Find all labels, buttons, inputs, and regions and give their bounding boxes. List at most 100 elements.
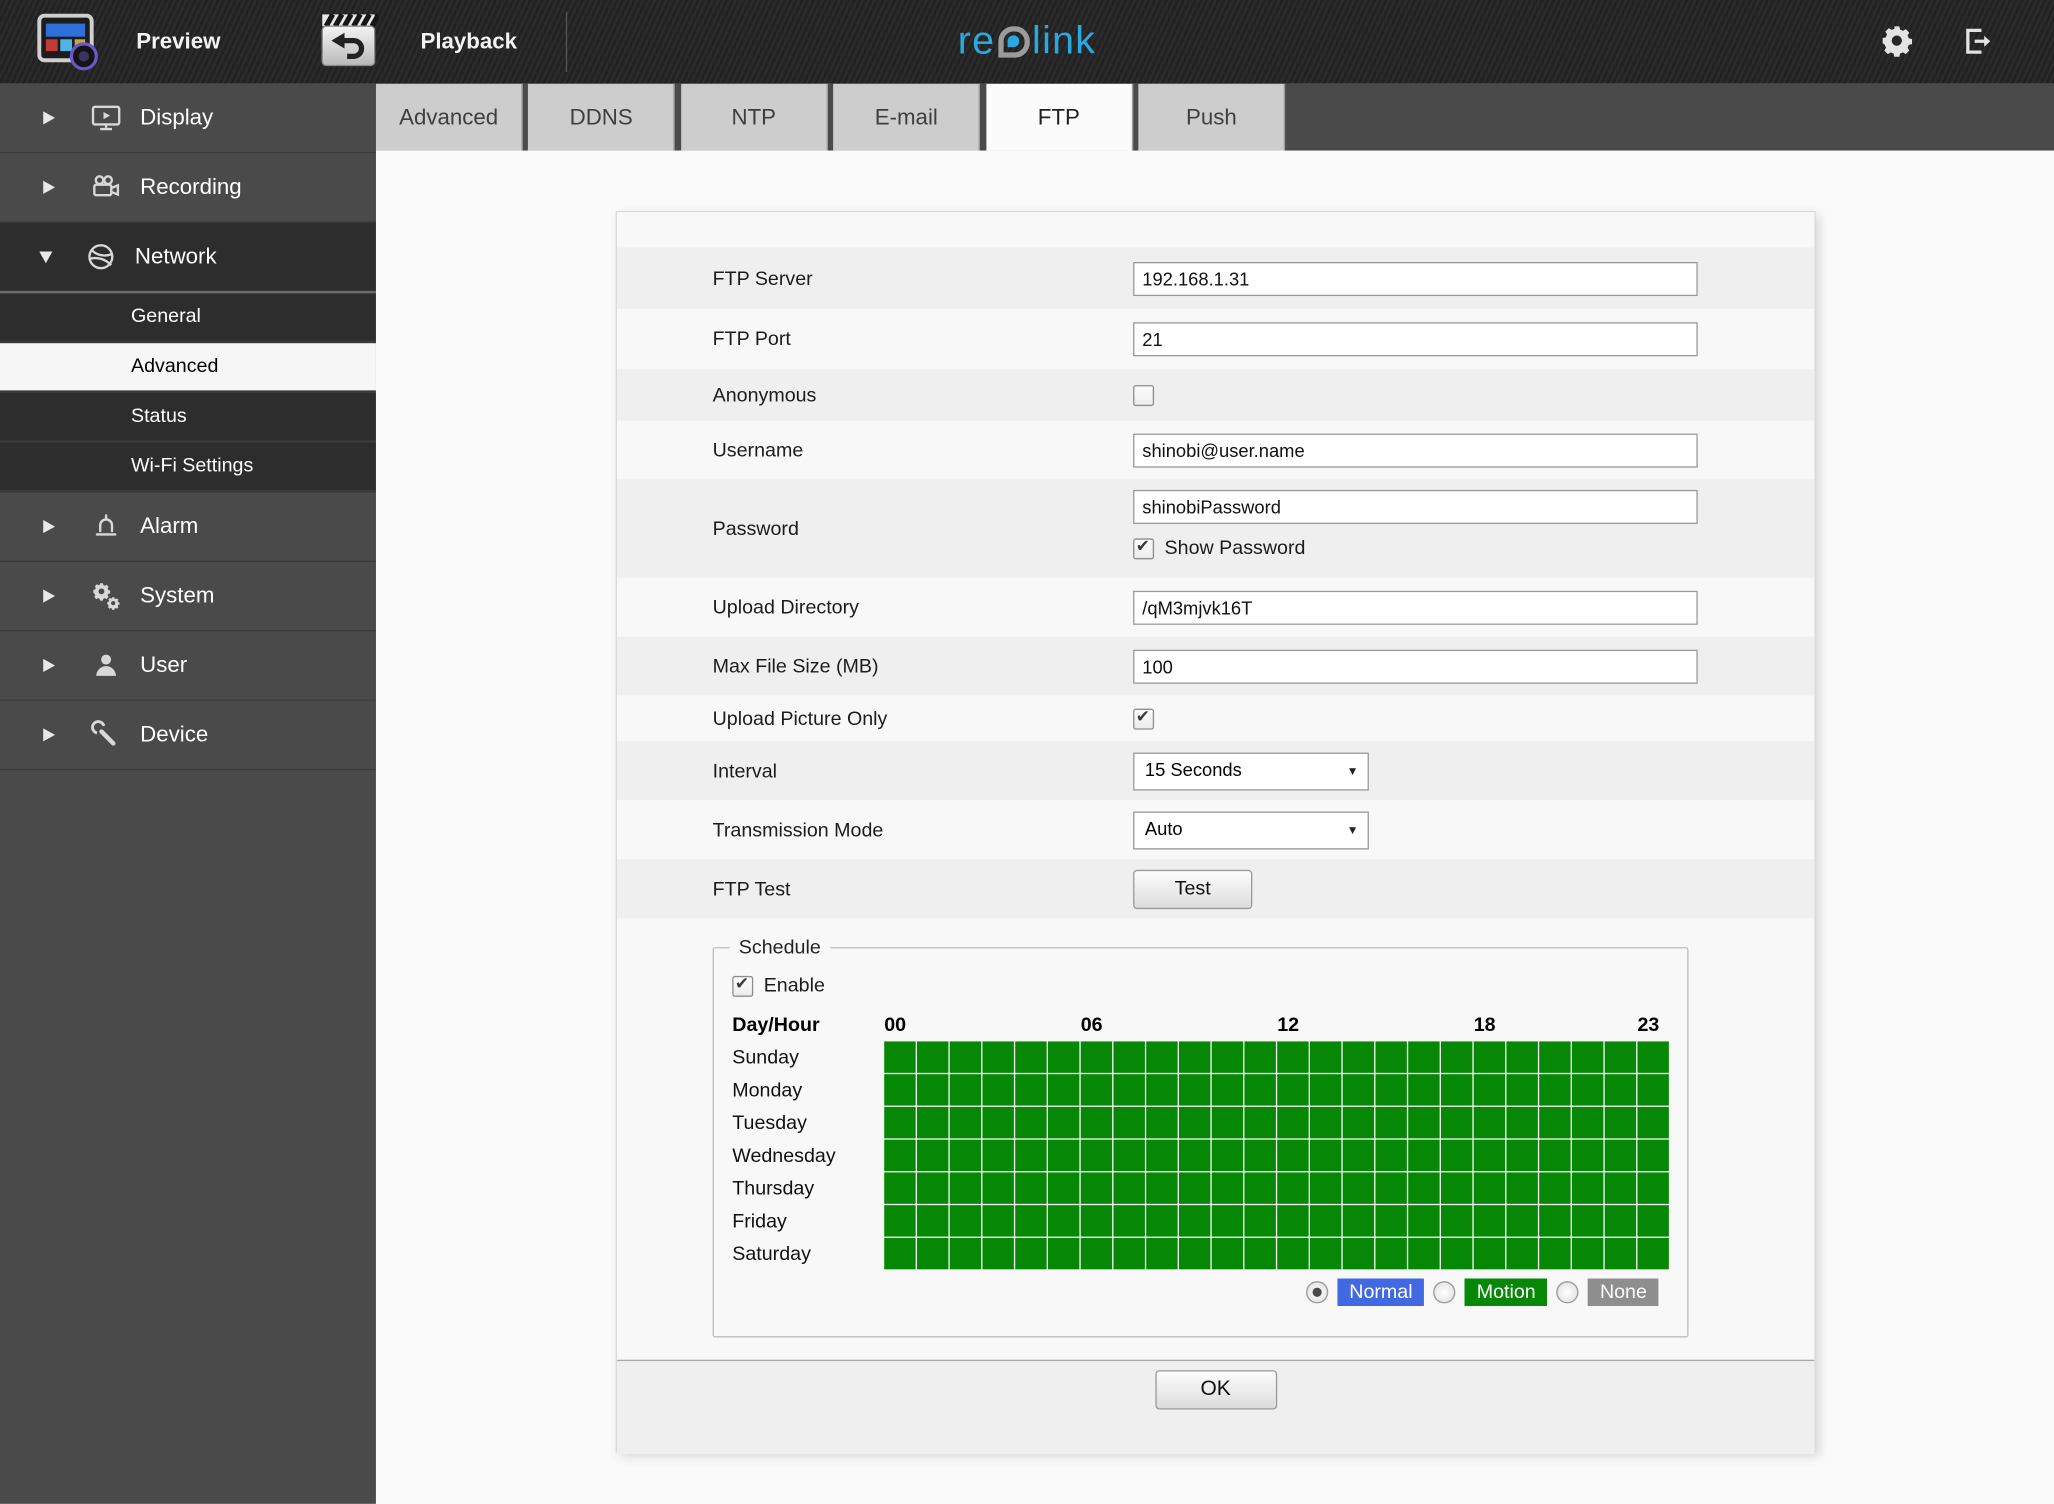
schedule-cell[interactable] [1440,1106,1473,1139]
schedule-cell[interactable] [1015,1041,1047,1073]
schedule-cell[interactable] [1440,1237,1473,1270]
schedule-cell[interactable] [982,1172,1014,1204]
schedule-cell[interactable] [1408,1139,1440,1172]
schedule-cell[interactable] [1473,1205,1506,1237]
schedule-cell[interactable] [1637,1106,1669,1139]
schedule-cell[interactable] [916,1074,949,1106]
schedule-cell[interactable] [1277,1205,1309,1237]
schedule-cell[interactable] [1277,1172,1309,1204]
schedule-cell[interactable] [949,1074,982,1106]
schedule-cell[interactable] [1113,1205,1145,1237]
schedule-cell[interactable] [1408,1237,1440,1270]
schedule-cell[interactable] [1571,1172,1604,1204]
schedule-cell[interactable] [1146,1205,1178,1237]
schedule-cell[interactable] [1473,1041,1506,1073]
schedule-cell[interactable] [1440,1139,1473,1172]
schedule-cell[interactable] [1637,1139,1669,1172]
schedule-cell[interactable] [1277,1237,1309,1270]
schedule-cell[interactable] [1375,1074,1407,1106]
preview-nav[interactable]: Preview [37,0,220,84]
schedule-cell[interactable] [1309,1172,1342,1204]
schedule-cell[interactable] [1604,1106,1637,1139]
schedule-cell[interactable] [1375,1041,1407,1073]
schedule-cell[interactable] [982,1237,1014,1270]
schedule-cell[interactable] [1539,1172,1571,1204]
schedule-cell[interactable] [1571,1041,1604,1073]
show-password-checkbox[interactable] [1133,535,1155,559]
sidebar-item-advanced[interactable]: Advanced [0,343,376,393]
upload-picture-only-checkbox[interactable] [1133,705,1155,729]
interval-select[interactable]: 15 Seconds ▼ [1133,751,1369,790]
ok-button[interactable]: OK [1154,1370,1277,1410]
schedule-cell[interactable] [1015,1172,1047,1204]
schedule-cell[interactable] [1178,1106,1211,1139]
schedule-cell[interactable] [1539,1041,1571,1073]
schedule-cell[interactable] [1047,1041,1080,1073]
schedule-cell[interactable] [1277,1074,1309,1106]
schedule-cell[interactable] [949,1172,982,1204]
schedule-cell[interactable] [1539,1106,1571,1139]
motion-radio[interactable] [1433,1281,1456,1304]
schedule-cell[interactable] [1408,1041,1440,1073]
schedule-cell[interactable] [1015,1139,1047,1172]
ftp-port-input[interactable] [1133,322,1698,357]
schedule-cell[interactable] [1047,1172,1080,1204]
schedule-cell[interactable] [1178,1237,1211,1270]
schedule-cell[interactable] [1309,1106,1342,1139]
schedule-cell[interactable] [949,1237,982,1270]
schedule-cell[interactable] [884,1106,916,1139]
schedule-cell[interactable] [1146,1172,1178,1204]
schedule-cell[interactable] [1211,1172,1244,1204]
schedule-cell[interactable] [949,1205,982,1237]
schedule-cell[interactable] [1309,1139,1342,1172]
schedule-cell[interactable] [1015,1074,1047,1106]
schedule-cell[interactable] [1408,1172,1440,1204]
schedule-cell[interactable] [1080,1106,1113,1139]
schedule-cell[interactable] [1604,1139,1637,1172]
schedule-cell[interactable] [1146,1106,1178,1139]
schedule-cell[interactable] [1080,1074,1113,1106]
none-radio[interactable] [1556,1281,1579,1304]
schedule-cell[interactable] [884,1041,916,1073]
schedule-cell[interactable] [1571,1106,1604,1139]
schedule-cell[interactable] [1080,1205,1113,1237]
schedule-cell[interactable] [1211,1041,1244,1073]
schedule-cell[interactable] [1015,1106,1047,1139]
schedule-cell[interactable] [1604,1172,1637,1204]
schedule-cell[interactable] [982,1139,1014,1172]
schedule-cell[interactable] [1604,1237,1637,1270]
schedule-cell[interactable] [949,1139,982,1172]
schedule-cell[interactable] [1113,1139,1145,1172]
schedule-cell[interactable] [1375,1106,1407,1139]
username-input[interactable] [1133,432,1698,467]
tab-ddns[interactable]: DDNS [528,83,676,151]
schedule-cell[interactable] [1440,1172,1473,1204]
schedule-cell[interactable] [1506,1237,1538,1270]
schedule-cell[interactable] [1473,1237,1506,1270]
schedule-cell[interactable] [1473,1172,1506,1204]
schedule-cell[interactable] [1047,1106,1080,1139]
schedule-cell[interactable] [1047,1205,1080,1237]
schedule-cell[interactable] [1244,1074,1276,1106]
schedule-cell[interactable] [1637,1041,1669,1073]
schedule-cell[interactable] [1375,1237,1407,1270]
schedule-cell[interactable] [1342,1205,1375,1237]
schedule-cell[interactable] [982,1205,1014,1237]
schedule-cell[interactable] [1113,1041,1145,1073]
schedule-cell[interactable] [916,1106,949,1139]
settings-gear-icon[interactable] [1880,24,1914,58]
schedule-cell[interactable] [982,1041,1014,1073]
schedule-cell[interactable] [1473,1139,1506,1172]
schedule-cell[interactable] [1047,1139,1080,1172]
schedule-cell[interactable] [1375,1205,1407,1237]
schedule-cell[interactable] [1080,1139,1113,1172]
schedule-cell[interactable] [916,1139,949,1172]
schedule-cell[interactable] [1539,1237,1571,1270]
ftp-server-input[interactable] [1133,261,1698,296]
tab-ntp[interactable]: NTP [681,83,828,151]
schedule-cell[interactable] [1178,1172,1211,1204]
sidebar-item-general[interactable]: General [0,293,376,344]
schedule-cell[interactable] [1244,1139,1276,1172]
schedule-cell[interactable] [1309,1041,1342,1073]
schedule-cell[interactable] [1506,1106,1538,1139]
